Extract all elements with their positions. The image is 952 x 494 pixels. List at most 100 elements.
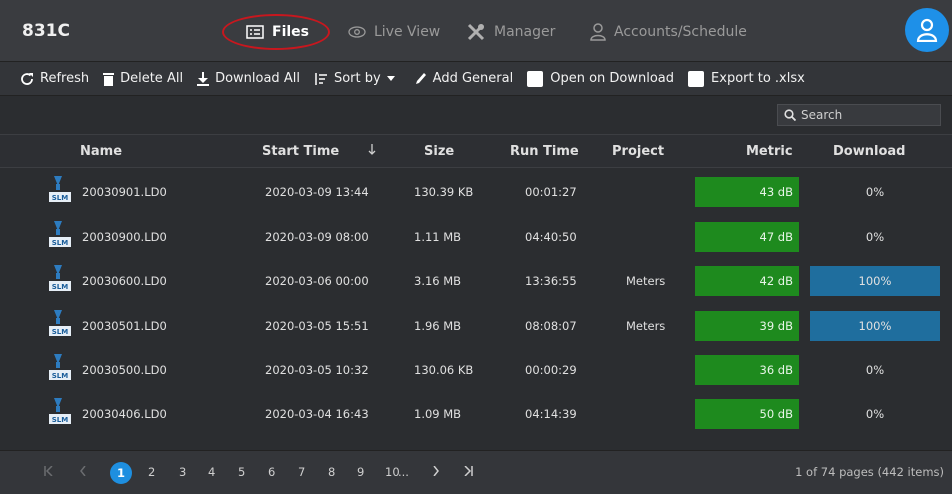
sort-arrow-down-icon [368,144,376,160]
add-general-label: Add General [432,71,514,86]
first-page-icon[interactable] [44,465,53,479]
file-name: 20030501.LD0 [82,319,167,333]
search-placeholder: Search [801,108,843,122]
download-all-label: Download All [215,71,300,86]
prev-page-icon[interactable] [80,465,86,479]
file-name: 20030600.LD0 [82,274,167,288]
page-number[interactable]: 9 [357,465,364,479]
run-time: 00:00:29 [525,363,577,377]
tab-manager[interactable]: Manager [466,21,555,43]
page-number[interactable]: 4 [208,465,215,479]
column-header-project[interactable]: Project [612,144,664,159]
title-bar: 831C Files Live View Manager Accounts/Sc… [0,0,952,62]
refresh-icon [20,72,34,86]
page-number[interactable]: 3 [179,465,186,479]
slm-file-icon: SLM [48,396,71,424]
file-size: 130.39 KB [414,185,474,199]
svg-text:SLM: SLM [52,372,69,380]
page-number[interactable]: 2 [148,465,155,479]
column-header-name[interactable]: Name [80,144,122,159]
table-row[interactable]: SLM 20030406.LD0 2020-03-04 16:43 1.09 MB 04… [0,392,952,436]
refresh-label: Refresh [40,71,90,86]
tab-files[interactable]: Files [246,21,309,43]
refresh-button[interactable]: Refresh [20,71,89,86]
run-time: 04:40:50 [525,230,577,244]
file-name: 20030901.LD0 [82,185,167,199]
table-row[interactable]: SLM 20030600.LD0 2020-03-06 00:00 3.16 MB 13… [0,259,952,303]
download-icon [197,71,210,86]
export-xlsx-label: Export to .xlsx [711,71,805,86]
run-time: 13:36:55 [525,274,577,288]
column-header-start-time[interactable]: Start Time [262,144,339,159]
column-header-download[interactable]: Download [833,144,905,159]
page-number[interactable]: 5 [238,465,245,479]
run-time: 00:01:27 [525,185,577,199]
export-xlsx-checkbox[interactable]: Export to .xlsx [688,70,805,87]
table-row[interactable]: SLM 20030501.LD0 2020-03-05 15:51 1.96 MB 08… [0,304,952,348]
run-time: 04:14:39 [525,407,577,421]
slm-file-icon: SLM [48,219,71,247]
sort-by-dropdown[interactable]: Sort by [314,71,395,86]
file-size: 3.16 MB [414,274,462,288]
page-number[interactable]: 6 [268,465,275,479]
column-header-metric[interactable]: Metric [746,144,793,159]
delete-all-label: Delete All [120,71,184,86]
delete-all-button[interactable]: Delete All [103,71,183,86]
metric-bar: 50 dB [695,399,799,429]
add-general-button[interactable]: Add General [415,71,514,86]
table-header: Name Start Time Size Run Time Project Me… [0,134,952,168]
download-all-button[interactable]: Download All [197,71,300,86]
next-page-icon[interactable] [433,465,439,479]
svg-text:SLM: SLM [52,416,69,424]
table-row[interactable]: SLM 20030900.LD0 2020-03-09 08:00 1.11 MB 04… [0,215,952,259]
table-row[interactable]: SLM 20030901.LD0 2020-03-09 13:44 130.39 KB… [0,170,952,214]
start-time: 2020-03-09 08:00 [265,230,369,244]
export-xlsx-checkbox-box[interactable] [688,70,705,87]
file-toolbar: Refresh Delete All Download All Sort by … [0,62,952,96]
last-page-icon[interactable] [464,465,473,479]
column-header-run-time[interactable]: Run Time [510,144,579,159]
file-name: 20030500.LD0 [82,363,167,377]
metric-bar: 36 dB [695,355,799,385]
tab-manager-label: Manager [494,24,556,40]
table-row[interactable]: SLM 20030500.LD0 2020-03-05 10:32 130.06 KB… [0,348,952,392]
files-list-icon [246,25,264,39]
tab-live-view-label: Live View [374,24,441,40]
user-avatar-button[interactable] [905,8,949,52]
search-input[interactable]: Search [777,104,941,126]
slm-file-icon: SLM [48,352,71,380]
tab-live-view[interactable]: Live View [348,21,440,43]
svg-text:SLM: SLM [52,194,69,202]
page-number[interactable]: 7 [298,465,305,479]
download-progress: 100% [810,311,940,341]
pagination-bar: 1 2 3 4 5 6 7 8 9 10 ... 1 of 74 pages (442 items… [0,450,952,494]
svg-text:SLM: SLM [52,283,69,291]
open-on-download-label: Open on Download [550,71,675,86]
run-time: 08:08:07 [525,319,577,333]
caret-down-icon [386,76,395,81]
metric-bar: 42 dB [695,266,799,296]
file-size: 1.09 MB [414,407,462,421]
start-time: 2020-03-04 16:43 [265,407,369,421]
slm-file-icon: SLM [48,174,71,202]
file-size: 1.11 MB [414,230,462,244]
file-name: 20030406.LD0 [82,407,167,421]
start-time: 2020-03-05 10:32 [265,363,369,377]
pagination-ellipsis[interactable]: ... [398,465,409,479]
column-header-size[interactable]: Size [424,144,454,159]
page-number-current[interactable]: 1 [110,462,132,484]
page-number[interactable]: 8 [328,465,335,479]
person-icon [590,23,606,41]
download-progress: 0% [865,407,885,421]
open-on-download-checkbox[interactable]: Open on Download [527,70,675,87]
start-time: 2020-03-06 00:00 [265,274,369,288]
tab-files-label: Files [272,24,309,40]
tab-accounts-schedule[interactable]: Accounts/Schedule [590,21,747,43]
sort-icon [314,72,328,86]
file-name: 20030900.LD0 [82,230,167,244]
download-progress: 100% [810,266,940,296]
metric-bar: 47 dB [695,222,799,252]
project: Meters [626,319,666,333]
download-progress: 0% [865,363,885,377]
open-on-download-checkbox-box[interactable] [527,70,544,87]
